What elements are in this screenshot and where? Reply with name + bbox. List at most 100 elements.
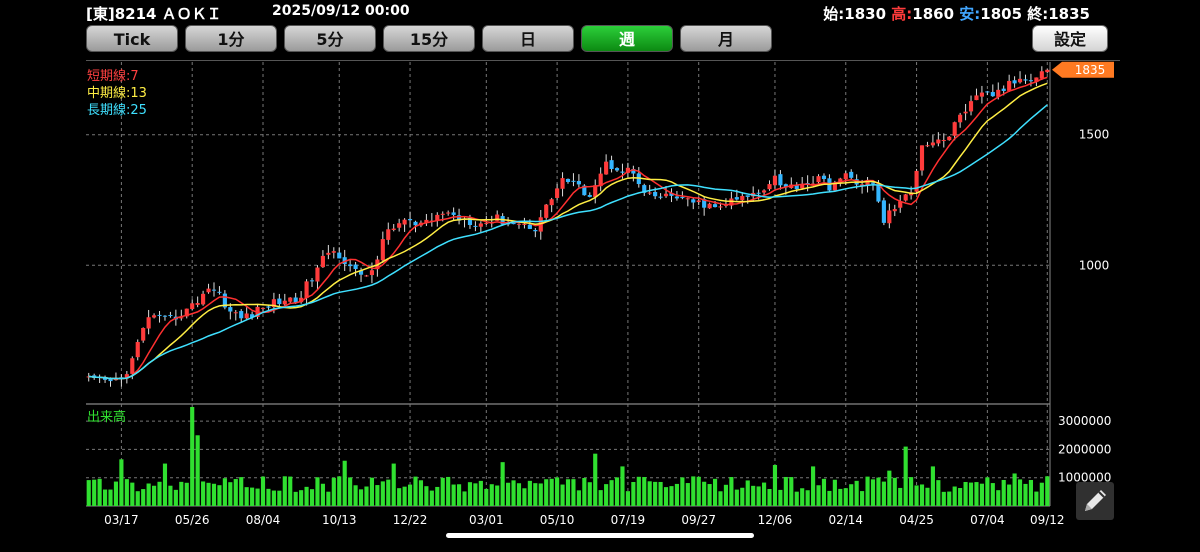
candle-body <box>718 206 723 208</box>
candle-body <box>282 300 287 305</box>
volume-bar <box>718 491 723 506</box>
candle-body <box>772 175 778 186</box>
volume-bar <box>190 407 195 506</box>
volume-bar <box>495 485 500 506</box>
draw-tool-button[interactable] <box>1076 482 1114 520</box>
volume-bar <box>821 478 827 506</box>
volume-bar <box>860 491 865 506</box>
volume-bar <box>565 479 571 506</box>
volume-bar <box>544 479 549 506</box>
candle-body <box>974 95 979 101</box>
volume-bar <box>767 488 772 506</box>
volume-bar <box>843 488 848 506</box>
volume-bar <box>778 489 783 506</box>
candle-body <box>228 307 233 312</box>
candle-body <box>527 224 532 229</box>
settings-button[interactable]: 設定 <box>1032 25 1108 52</box>
candle-body <box>201 293 206 305</box>
candle-body <box>309 280 315 282</box>
volume-bar <box>478 480 483 506</box>
last-price-label: 1835 <box>1075 63 1106 77</box>
volume-bar <box>424 486 429 506</box>
volume-bar <box>152 485 157 506</box>
candle-body <box>217 291 222 293</box>
volume-bar <box>604 484 609 506</box>
volume-bar <box>288 476 293 506</box>
volume-bar <box>435 486 440 506</box>
tab-tick[interactable]: Tick <box>86 25 178 52</box>
candle-body <box>1045 69 1050 73</box>
volume-bar <box>593 453 598 506</box>
candle-body <box>478 223 483 227</box>
volume-bar <box>723 484 729 506</box>
volume-bar <box>369 477 375 506</box>
candle-body <box>647 192 652 194</box>
volume-bar <box>86 480 91 506</box>
candle-body <box>369 270 375 276</box>
volume-bar <box>985 477 990 506</box>
candle-body <box>549 199 554 206</box>
candle-body <box>391 228 396 230</box>
candle-body <box>990 92 995 97</box>
candle-body <box>162 315 168 317</box>
candle-body <box>380 239 385 261</box>
candle-body <box>892 209 897 212</box>
candle-body <box>277 298 282 305</box>
candle-body <box>843 173 848 180</box>
volume-bar <box>282 476 287 506</box>
candle-body <box>402 219 407 225</box>
volume-bar <box>184 482 189 506</box>
volume-bar <box>201 481 206 506</box>
volume-bar <box>663 487 669 506</box>
volume-bar <box>1023 483 1028 506</box>
candle-body <box>674 196 679 199</box>
candle-body <box>767 184 772 190</box>
candlesticks <box>86 66 1050 387</box>
volume-bar <box>571 479 576 506</box>
candle-body <box>925 145 930 147</box>
volume-bar <box>849 484 854 506</box>
tab-monthly[interactable]: 月 <box>680 25 772 52</box>
tab-5min[interactable]: 5分 <box>284 25 376 52</box>
volume-bar <box>522 488 527 506</box>
candle-body <box>560 178 565 189</box>
candle-body <box>761 190 767 193</box>
grid-lines <box>86 60 1120 507</box>
volume-bar <box>451 484 456 506</box>
candle-body <box>609 160 614 170</box>
moving-averages <box>88 76 1048 380</box>
x-tick-label: 12/06 <box>758 513 793 527</box>
volume-bar <box>135 491 140 506</box>
candle-body <box>315 267 320 282</box>
candle-body <box>141 327 146 341</box>
candle-body <box>195 303 200 305</box>
x-tick-label: 04/25 <box>899 513 934 527</box>
volume-bar <box>320 483 325 506</box>
volume-bar <box>233 479 238 506</box>
volume-bar <box>609 480 614 506</box>
candle-body <box>576 181 581 185</box>
volume-bar <box>549 478 554 506</box>
volume-bar <box>647 481 652 506</box>
volume-bar <box>745 480 750 506</box>
candle-body <box>849 171 854 178</box>
volume-bar <box>467 482 473 506</box>
candle-body <box>233 312 238 314</box>
tab-weekly[interactable]: 週 <box>581 25 673 52</box>
volume-bar <box>217 485 222 506</box>
volume-bar <box>271 490 276 506</box>
tab-1min[interactable]: 1分 <box>185 25 277 52</box>
candle-body <box>1001 88 1006 91</box>
candle-body <box>614 168 620 171</box>
candle-body <box>1039 71 1044 79</box>
tab-15min[interactable]: 15分 <box>383 25 475 52</box>
volume-bar <box>489 484 494 506</box>
volume-bar <box>729 477 734 506</box>
volume-bar <box>702 481 707 506</box>
volume-bar <box>516 483 522 506</box>
volume-bar <box>919 484 925 506</box>
tab-daily[interactable]: 日 <box>482 25 574 52</box>
volume-bar <box>756 486 761 506</box>
volume-bar <box>309 489 315 506</box>
volume-bar <box>342 460 347 506</box>
